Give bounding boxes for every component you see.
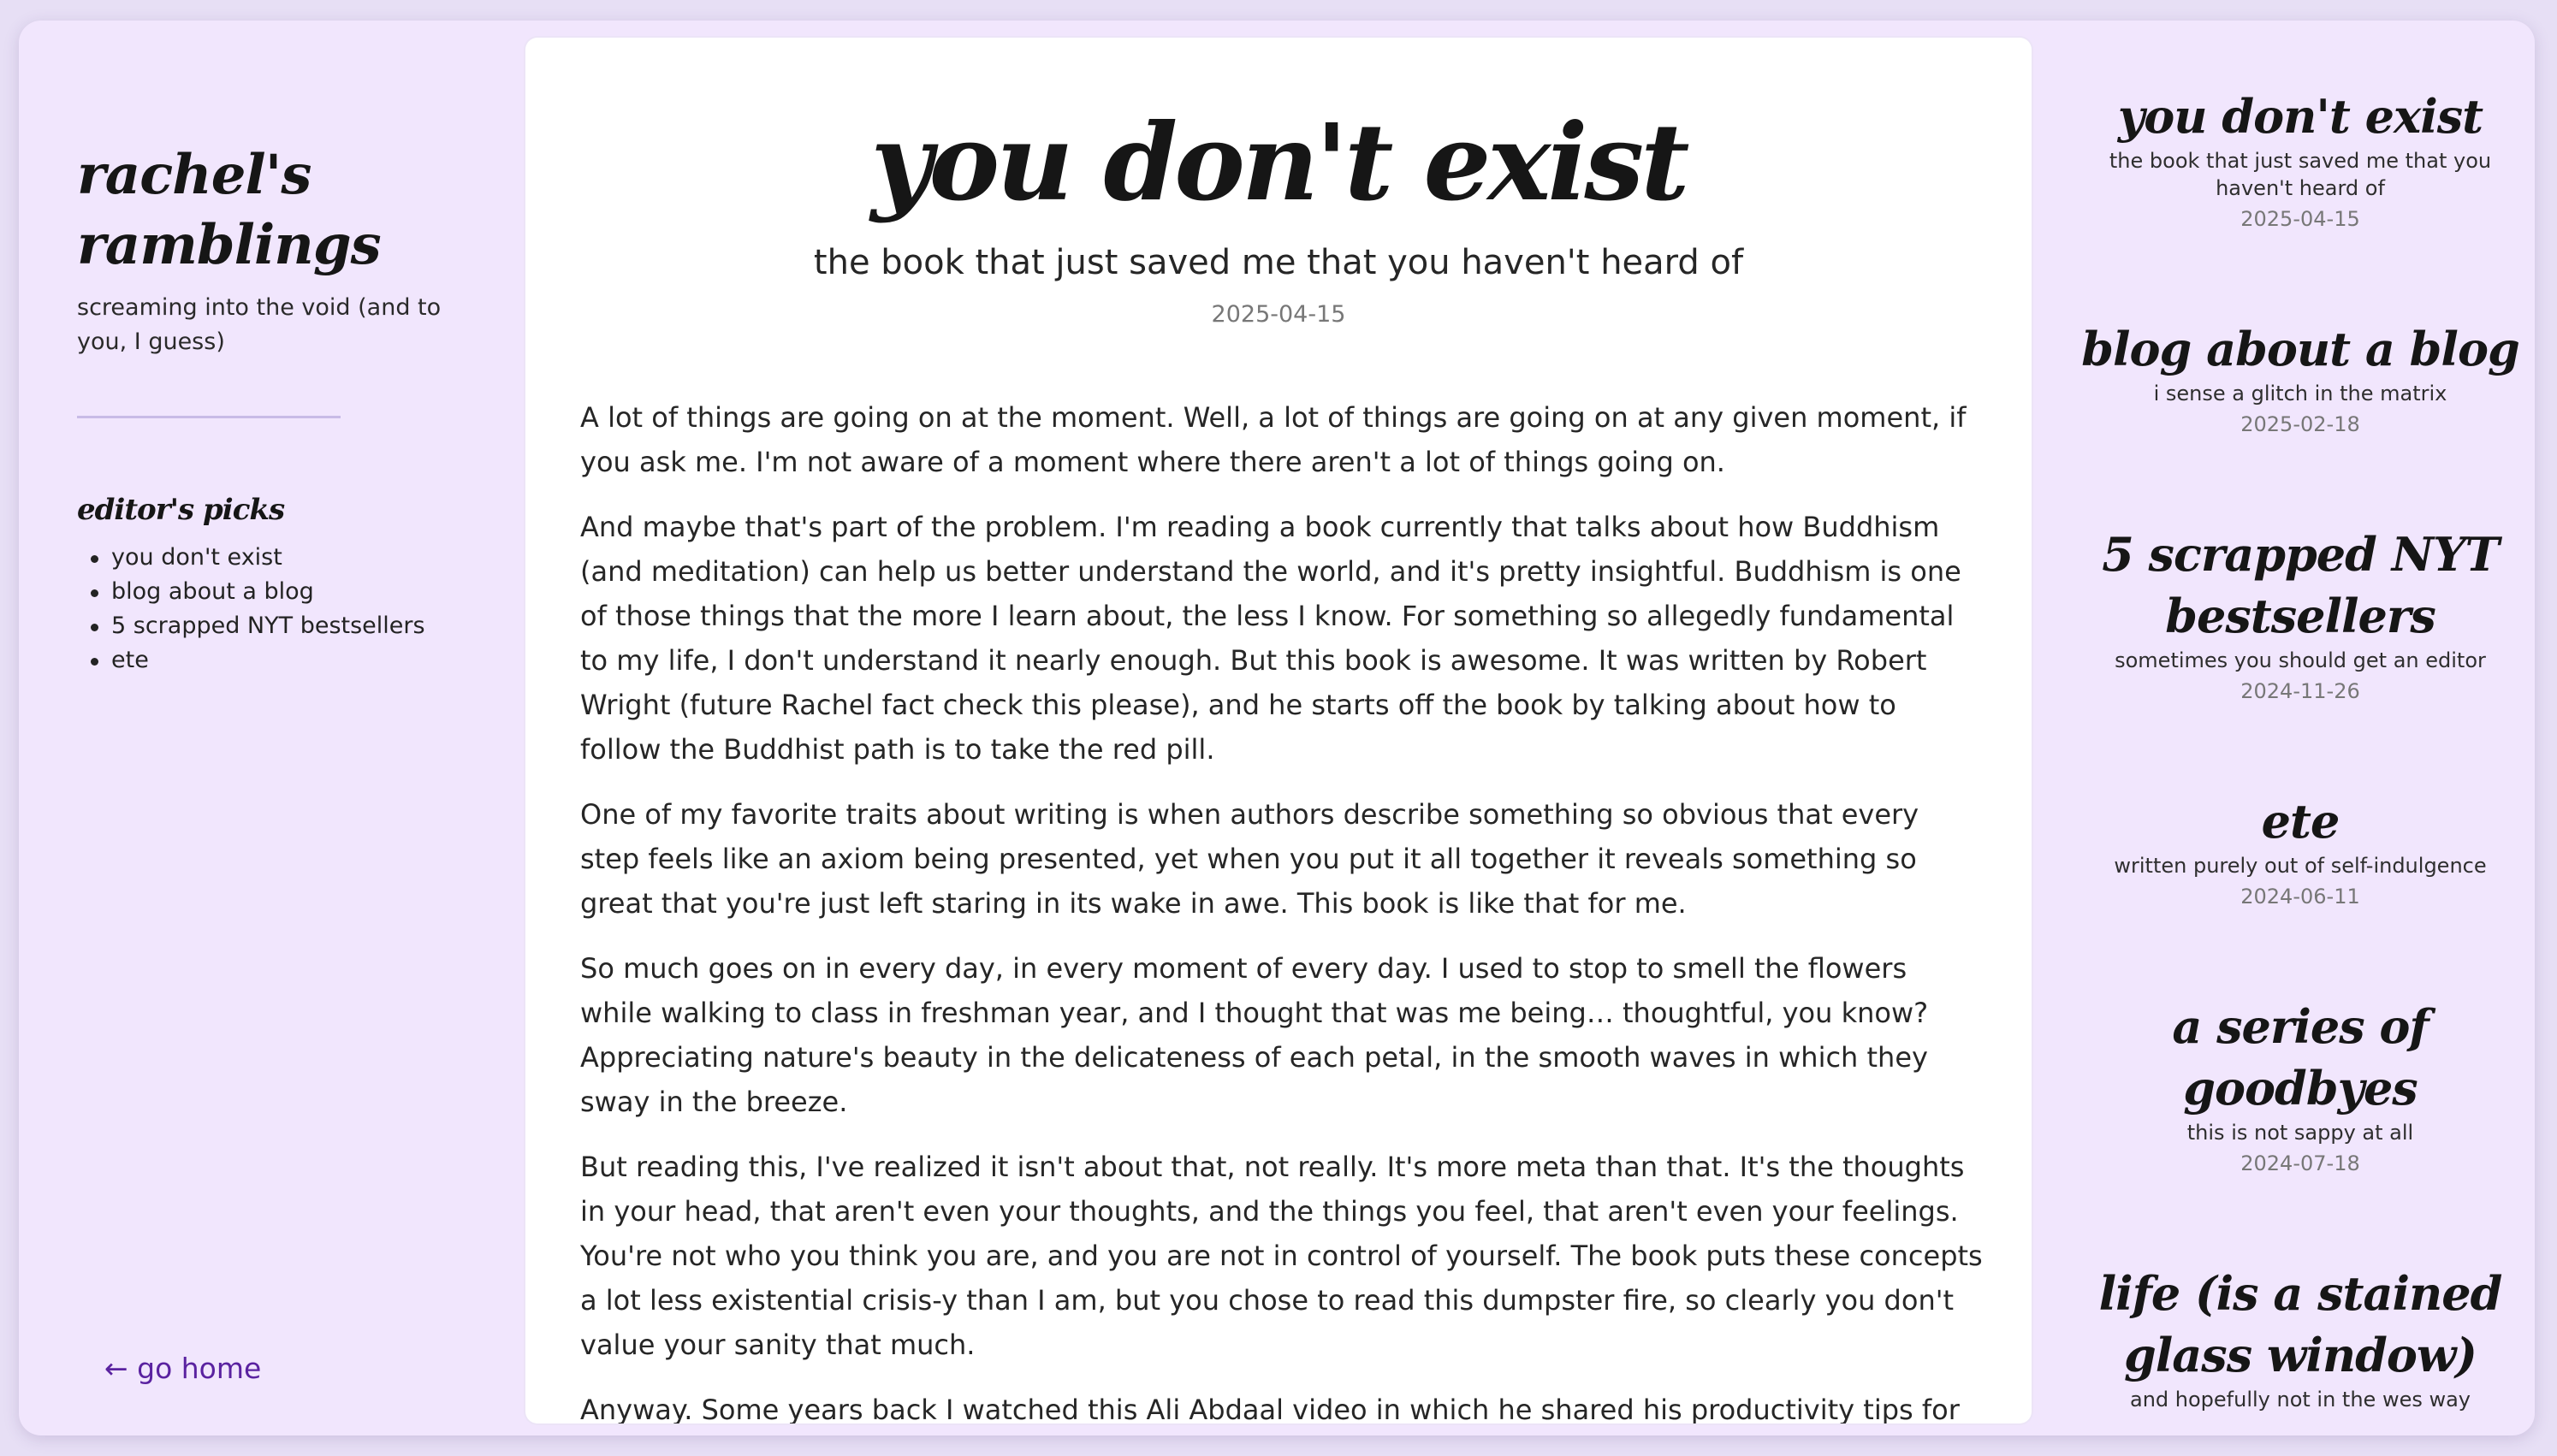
post-paragraph: A lot of things are going on at the mome… [580,401,1967,478]
post-paragraph: So much goes on in every day, in every m… [580,952,1929,1118]
sidebar-post-subtitle: this is not sappy at all [2186,1121,2414,1145]
left-sidebar: rachel's ramblings screaming into the vo… [77,21,488,1435]
post-paragraph: One of my favorite traits about writing … [580,798,1919,920]
post-subtitle: the book that just saved me that you hav… [813,243,1744,282]
post-date: 2025-04-15 [1211,301,1346,328]
sidebar-post-date: 2024-06-11 [2240,885,2360,909]
post-paragraph: But reading this, I've realized it isn't… [580,1151,1983,1361]
article-card: you don't exist the book that just saved… [525,38,2032,1423]
sidebar-post[interactable]: a series of goodbyes this is not sappy a… [2069,996,2531,1181]
sidebar-post[interactable]: 5 scrapped NYT bestsellers sometimes you… [2069,524,2531,708]
editors-pick-item[interactable]: blog about a blog [77,575,425,609]
sidebar-post-title[interactable]: a series of goodbyes [2069,996,2531,1119]
blog-title[interactable]: rachel's ramblings [77,140,488,281]
sidebar-post-subtitle: i sense a glitch in the matrix [2153,382,2447,405]
sidebar-post[interactable]: blog about a blog i sense a glitch in th… [2069,318,2531,441]
post-title: you don't exist [870,101,1689,225]
sidebar-divider [77,416,341,418]
sidebar-post[interactable]: ete written purely out of self-indulgenc… [2069,790,2531,914]
sidebar-post-date: 2024-11-26 [2240,679,2360,703]
sidebar-post-subtitle: sometimes you should get an editor [2115,648,2486,672]
sidebar-post-title[interactable]: ete [2069,790,2531,852]
sidebar-post-title[interactable]: you don't exist [2069,86,2531,147]
go-home-link[interactable]: ← go home [104,1352,261,1385]
editors-picks-heading: editor's picks [77,493,285,527]
editors-pick-item[interactable]: 5 scrapped NYT bestsellers [77,609,425,643]
sidebar-post-title[interactable]: blog about a blog [2069,318,2531,380]
post-paragraph: And maybe that's part of the problem. I'… [580,511,1961,766]
sidebar-post-date: 2025-04-15 [2240,207,2360,231]
blog-tagline: screaming into the void (and to you, I g… [77,294,442,355]
sidebar-post-subtitle: written purely out of self-indulgence [2114,854,2487,878]
sidebar-post-date: 2025-02-18 [2240,412,2360,436]
right-sidebar-posts: you don't exist the book that just saved… [2069,21,2531,1415]
browser-window: rachel's ramblings screaming into the vo… [19,21,2535,1435]
editors-picks-list: you don't exist blog about a blog 5 scra… [77,541,425,678]
sidebar-post-subtitle: the book that just saved me that you hav… [2109,149,2492,200]
sidebar-post[interactable]: life (is a stained glass window) and hop… [2069,1263,2531,1413]
sidebar-post-title[interactable]: life (is a stained glass window) [2069,1263,2531,1386]
sidebar-post[interactable]: you don't exist the book that just saved… [2069,86,2531,236]
editors-pick-item[interactable]: you don't exist [77,541,425,575]
sidebar-post-title[interactable]: 5 scrapped NYT bestsellers [2069,524,2531,647]
sidebar-post-subtitle: and hopefully not in the wes way [2129,1388,2471,1412]
sidebar-post-date: 2024-07-18 [2240,1151,2360,1175]
post-paragraph: Anyway. Some years back I watched this A… [580,1394,1960,1423]
editors-pick-item[interactable]: ete [77,643,425,678]
post-body: A lot of things are going on at the mome… [580,395,1984,1423]
